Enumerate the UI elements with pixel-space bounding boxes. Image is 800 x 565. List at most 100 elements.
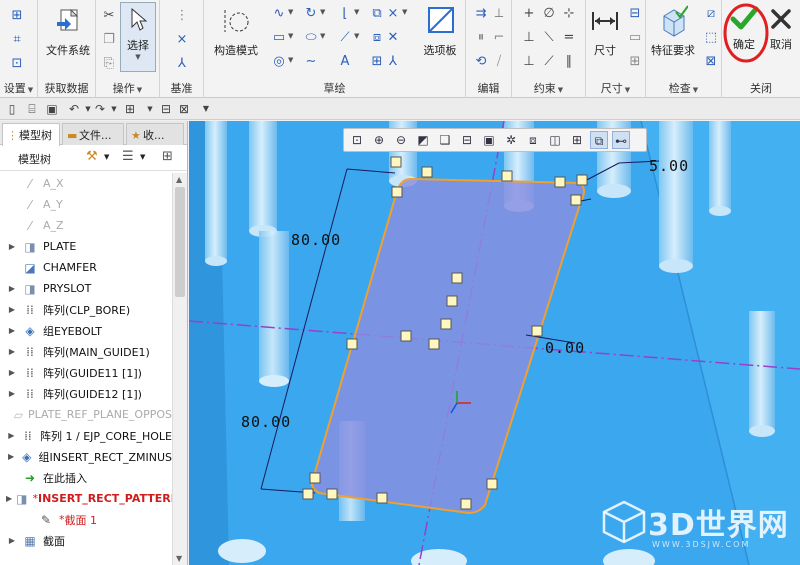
zoom-in-icon[interactable]: ⊕: [370, 131, 388, 149]
expand-arrow-icon[interactable]: ▶: [6, 494, 12, 503]
dimension-group-label[interactable]: 尺寸 ▼: [586, 80, 645, 96]
refit-icon[interactable]: ⊡: [348, 131, 366, 149]
delete-segment-icon[interactable]: ⧸: [490, 52, 508, 70]
tree-item[interactable]: ▶ ◈ 组INSERT_RECT_ZMINUS: [0, 446, 172, 467]
palette-button[interactable]: 选项板: [418, 4, 462, 58]
expand-arrow-icon[interactable]: ▶: [6, 284, 18, 293]
tree-item[interactable]: ▶ ▦ 截面: [0, 530, 172, 551]
tab-model-tree[interactable]: ⋮模型树: [2, 123, 60, 146]
sketcher-display-icon[interactable]: ⧉: [590, 131, 608, 149]
modify-icon[interactable]: ⇉: [472, 4, 490, 22]
coincident-constraint-icon[interactable]: ⟋: [540, 52, 558, 70]
line-icon[interactable]: ∿: [270, 4, 288, 22]
tree-item[interactable]: ⁄ A_Y: [0, 194, 172, 215]
tree-item[interactable]: ▶ ⁞⁞ 阵列 1 / EJP_CORE_HOLE: [0, 425, 172, 446]
csys-icon[interactable]: ⅄: [384, 52, 402, 70]
line-dd-icon[interactable]: ▼: [288, 8, 293, 16]
inspect-group-label[interactable]: 检查 ▼: [646, 80, 721, 96]
tangent-constraint-icon[interactable]: ∅: [540, 4, 558, 22]
expand-arrow-icon[interactable]: ▶: [6, 536, 18, 545]
settings-group-label[interactable]: 设置 ▼: [0, 80, 37, 96]
circle-dd-icon[interactable]: ▼: [288, 56, 293, 64]
redo-dd-icon[interactable]: ▼: [106, 101, 122, 117]
expand-arrow-icon[interactable]: ▶: [6, 389, 18, 398]
tree-item[interactable]: ▶ ⁞⁞ 阵列(CLP_BORE): [0, 299, 172, 320]
dimension-0[interactable]: 0.00: [545, 339, 585, 357]
rectangle-icon[interactable]: ▭: [270, 28, 288, 46]
tree-item[interactable]: ▶ ⁞⁞ 阵列(MAIN_GUIDE1): [0, 341, 172, 362]
tree-item[interactable]: ⁄ A_X: [0, 173, 172, 194]
expand-arrow-icon[interactable]: ▶: [6, 368, 18, 377]
copy-icon[interactable]: ❐: [100, 30, 118, 48]
spin-center-icon[interactable]: ◫: [546, 131, 564, 149]
references-icon[interactable]: ⊡: [8, 54, 26, 72]
tree-item[interactable]: ▶ ◈ 组EYEBOLT: [0, 320, 172, 341]
tree-columns-icon[interactable]: ⊞: [162, 149, 173, 164]
parallel-constraint-icon[interactable]: ∥: [560, 52, 578, 70]
chamfer-icon[interactable]: ⟋: [336, 28, 354, 46]
overlap-geometry-icon[interactable]: ⧄: [702, 4, 720, 22]
dimension-button[interactable]: 尺寸: [588, 4, 622, 58]
perpendicular-constraint-icon[interactable]: ⊥: [520, 52, 538, 70]
expand-arrow-icon[interactable]: ▶: [6, 326, 18, 335]
fillet-dd-icon[interactable]: ▼: [354, 8, 359, 16]
windows-icon[interactable]: ⊟: [158, 101, 174, 117]
tree-settings-dd-icon[interactable]: ▼: [104, 153, 109, 161]
highlight-open-ends-icon[interactable]: ⬚: [702, 28, 720, 46]
ellipse-dd-icon[interactable]: ▼: [320, 32, 325, 40]
corner-icon[interactable]: ⌐: [490, 28, 508, 46]
expand-arrow-icon[interactable]: ▶: [6, 452, 16, 461]
graphics-viewport[interactable]: 80.00 80.00 5.00 0.00: [189, 121, 800, 565]
zoom-out-icon[interactable]: ⊖: [392, 131, 410, 149]
tab-favorites[interactable]: ★ 收...: [126, 123, 184, 145]
rect-dd-icon[interactable]: ▼: [288, 32, 293, 40]
tab-folder-browser[interactable]: ▬ 文件...: [62, 123, 124, 145]
view-manager-icon[interactable]: ▣: [480, 131, 498, 149]
datum-display-icon[interactable]: ⧈: [524, 131, 542, 149]
spline-icon[interactable]: ∼: [302, 52, 320, 70]
scroll-up-icon[interactable]: ▲: [176, 175, 182, 184]
ellipse-icon[interactable]: ⬭: [302, 28, 320, 46]
tree-settings-icon[interactable]: ⚒: [86, 149, 98, 164]
feature-requirements-button[interactable]: 特征要求: [648, 4, 698, 58]
datum-axis-icon[interactable]: ⋮: [173, 6, 191, 24]
shade-closed-loops-icon[interactable]: ⊠: [702, 52, 720, 70]
new-file-icon[interactable]: ▯: [4, 101, 20, 117]
equal-constraint-icon[interactable]: =: [560, 28, 578, 46]
chamfer-dd-icon[interactable]: ▼: [354, 32, 359, 40]
fillet-icon[interactable]: ⌊: [336, 4, 354, 22]
tree-item[interactable]: ▶ ⁞⁞ 阵列(GUIDE11 [1]): [0, 362, 172, 383]
dimension-top-80[interactable]: 80.00: [291, 231, 341, 249]
perimeter-icon[interactable]: ⊟: [626, 4, 644, 22]
customize-toolbar-icon[interactable]: ▼: [198, 101, 214, 117]
dimension-5[interactable]: 5.00: [649, 157, 689, 175]
tree-item[interactable]: ✎ * 截面 1: [0, 509, 172, 530]
tree-item[interactable]: ▶ ⁞⁞ 阵列(GUIDE12 [1]): [0, 383, 172, 404]
saved-orientations-icon[interactable]: ⊟: [458, 131, 476, 149]
baseline-icon[interactable]: ▭: [626, 28, 644, 46]
datum-csys-icon[interactable]: ⅄: [173, 54, 191, 72]
datum-point-icon[interactable]: ×: [173, 30, 191, 48]
tree-scrollbar[interactable]: ▲ ▼: [172, 173, 187, 565]
tree-item[interactable]: ▶ ◨ PRYSLOT: [0, 278, 172, 299]
tree-item[interactable]: ⁄ A_Z: [0, 215, 172, 236]
annotation-display-icon[interactable]: ⊞: [568, 131, 586, 149]
horizontal-constraint-icon[interactable]: ⊥: [520, 28, 538, 46]
operations-group-label[interactable]: 操作 ▼: [96, 80, 159, 96]
tree-item[interactable]: ➜ 在此插入: [0, 467, 172, 488]
vertical-constraint-icon[interactable]: +: [520, 4, 538, 22]
expand-arrow-icon[interactable]: ▶: [6, 431, 17, 440]
construction-mode-button[interactable]: 构造模式: [208, 4, 264, 58]
cut-icon[interactable]: ✂: [100, 6, 118, 24]
rotate-resize-icon[interactable]: ⟲: [472, 52, 490, 70]
dimension-bottom-80[interactable]: 80.00: [241, 413, 291, 431]
point-dd-icon[interactable]: ▼: [402, 8, 407, 16]
grid-icon[interactable]: ⊞: [8, 6, 26, 24]
reference-dim-icon[interactable]: ⊞: [626, 52, 644, 70]
display-style-icon[interactable]: ❑: [436, 131, 454, 149]
midpoint-constraint-icon[interactable]: ⟍: [540, 28, 558, 46]
sketch-view-icon[interactable]: ⊷: [612, 131, 630, 149]
select-button[interactable]: 选择 ▼: [120, 2, 156, 72]
save-icon[interactable]: ▣: [44, 101, 60, 117]
regen-dd-icon[interactable]: ▼: [142, 101, 158, 117]
